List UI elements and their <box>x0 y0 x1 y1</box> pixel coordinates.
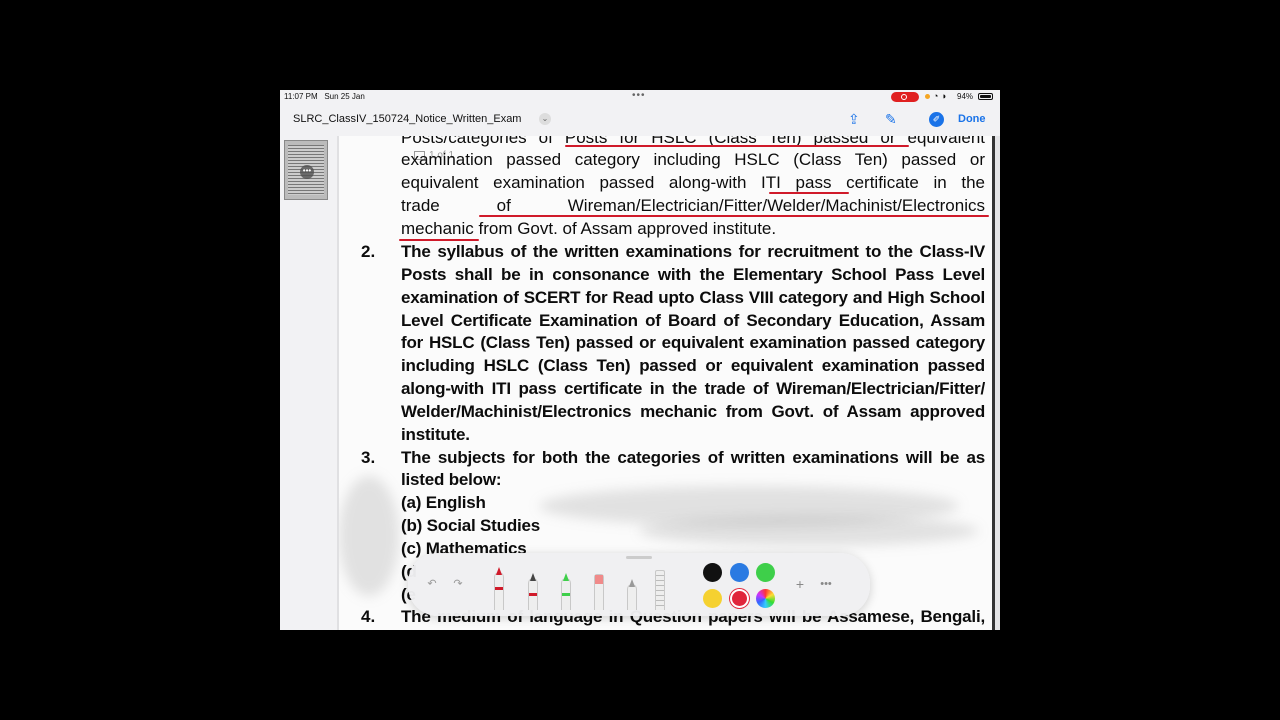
list-number: 2. <box>361 242 376 261</box>
page-thumbnail[interactable]: ••• <box>284 140 328 200</box>
highlighter-tool[interactable] <box>561 573 571 610</box>
list-number: 3. <box>361 448 376 467</box>
color-green[interactable] <box>756 563 775 582</box>
wifi-icon: ◔ ◑ <box>933 91 947 101</box>
list-number: 4. <box>361 607 376 626</box>
pen-tip <box>530 573 536 581</box>
doc-line: Welder/Machinist/Electronics mechanic fr… <box>401 402 985 421</box>
color-blue[interactable] <box>730 563 749 582</box>
pen-tool-2[interactable] <box>528 573 538 610</box>
document-title[interactable]: SLRC_ClassIV_150724_Notice_Written_Exam <box>293 113 521 125</box>
doc-line: including HSLC (Class Ten) passed or equ… <box>401 356 985 375</box>
page-edge <box>992 136 1000 630</box>
more-icon[interactable]: ••• <box>300 165 314 179</box>
done-button[interactable]: Done <box>958 113 986 125</box>
more-icon[interactable]: ••• <box>819 577 833 591</box>
subject-item: (a) English <box>401 493 486 512</box>
markup-tool-palette: ↶ ↷ + ••• <box>408 553 870 616</box>
doc-line: trade of Wireman/Electrician/Fitter/Weld… <box>401 196 985 215</box>
doc-line: listed below: <box>401 470 502 489</box>
doc-line: for HSLC (Class Ten) passed or equivalen… <box>401 333 985 352</box>
color-black[interactable] <box>703 563 722 582</box>
color-red-selected[interactable] <box>730 589 749 608</box>
color-yellow[interactable] <box>703 589 722 608</box>
thumbnail-sidebar: ••• <box>280 136 338 630</box>
ink-underline <box>479 215 989 217</box>
markup-pen-circle-icon[interactable]: ✐ <box>929 112 944 127</box>
pen-band <box>495 587 503 590</box>
doc-line: equivalent examination passed along-with… <box>401 173 985 192</box>
redo-icon[interactable]: ↷ <box>451 577 465 591</box>
status-bar: 11:07 PM Sun 25 Jan ••• ◔ ◑ 94% <box>280 90 1000 104</box>
pen-tool[interactable] <box>494 567 504 610</box>
battery-percent: 94% <box>957 92 974 101</box>
pen-tip <box>496 567 502 575</box>
doc-line: institute. <box>401 425 470 444</box>
add-icon[interactable]: + <box>793 577 807 591</box>
ink-underline <box>565 145 909 147</box>
pencil-tool[interactable] <box>627 579 637 610</box>
markup-icon[interactable]: ✎ <box>885 111 897 128</box>
screen-recording-icon[interactable] <box>891 92 919 102</box>
battery-icon <box>978 93 993 100</box>
status-time: 11:07 PM Sun 25 Jan <box>284 92 365 101</box>
undo-icon[interactable]: ↶ <box>425 577 439 591</box>
eraser-tool[interactable] <box>594 574 604 610</box>
doc-line: along-with ITI pass certificate in the t… <box>401 379 985 398</box>
doc-line: The subjects for both the categories of … <box>401 448 985 467</box>
ipad-screen: 11:07 PM Sun 25 Jan ••• ◔ ◑ 94% SLRC_Cla… <box>280 90 1000 630</box>
subject-item: (b) Social Studies <box>401 516 541 535</box>
doc-line: The syllabus of the written examinations… <box>401 242 985 261</box>
palette-handle[interactable] <box>626 556 652 559</box>
color-picker-icon[interactable] <box>756 589 775 608</box>
ink-underline <box>769 192 849 194</box>
doc-line: Level Certificate Examination of Board o… <box>401 311 985 330</box>
doc-line: mechanic from Govt. of Assam approved in… <box>401 219 777 238</box>
chevron-down-icon[interactable]: ⌄ <box>539 113 551 125</box>
doc-line: Posts shall be in consonance with the El… <box>401 265 985 284</box>
mic-indicator-icon <box>925 94 930 99</box>
eraser-band <box>595 575 603 584</box>
pencil-tip <box>629 579 635 587</box>
doc-line: examination of SCERT for Read upto Class… <box>401 288 985 307</box>
share-icon[interactable]: ⇪ <box>848 111 860 128</box>
scan-smudge <box>339 476 399 596</box>
highlighter-band <box>562 593 570 596</box>
pen-band <box>529 593 537 596</box>
multitasking-dots-icon[interactable]: ••• <box>632 90 646 101</box>
doc-line: examination passed category including HS… <box>401 150 985 169</box>
ruler-tool[interactable] <box>655 570 665 610</box>
document-toolbar: SLRC_ClassIV_150724_Notice_Written_Exam … <box>280 104 1000 136</box>
highlighter-tip <box>563 573 569 581</box>
